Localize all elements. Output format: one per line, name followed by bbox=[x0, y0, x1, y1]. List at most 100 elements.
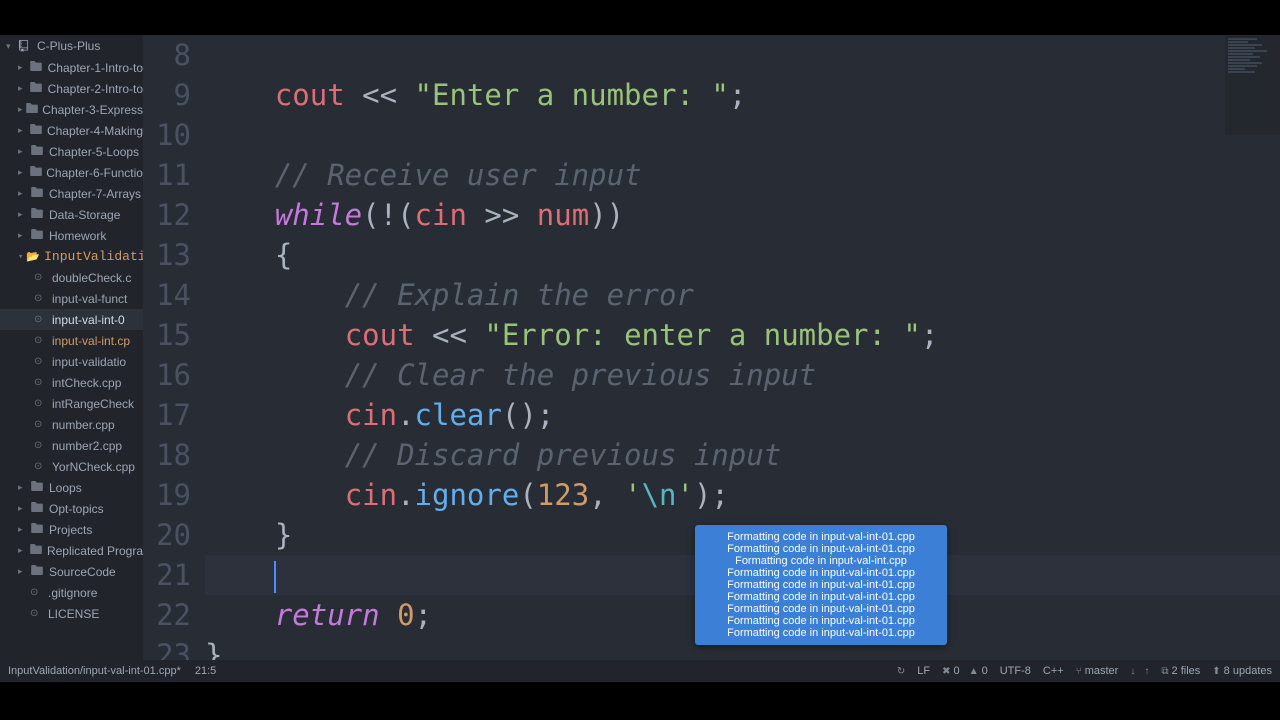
code-line[interactable]: while(!(cin >> num)) bbox=[205, 195, 1280, 235]
line-number: 20 bbox=[143, 515, 191, 555]
notification-line: Formatting code in input-val-int-01.cpp bbox=[703, 543, 939, 555]
code-line[interactable] bbox=[205, 35, 1280, 75]
file-item[interactable]: ⊙input-val-int.cp bbox=[0, 330, 143, 351]
file-icon: ⊙ bbox=[34, 314, 48, 325]
text-cursor bbox=[274, 561, 276, 593]
file-item[interactable]: ⊙ intRangeCheck bbox=[0, 393, 143, 414]
code-line[interactable]: cin.ignore(123, '\n'); bbox=[205, 475, 1280, 515]
notification-line: Formatting code in input-val-int-01.cpp bbox=[703, 591, 939, 603]
folder-item[interactable]: ▸Data-Storage bbox=[0, 204, 143, 225]
file-icon: ⊙ bbox=[34, 272, 48, 283]
file-icon: ⊙ bbox=[34, 335, 48, 346]
status-path[interactable]: InputValidation/input-val-int-01.cpp* bbox=[8, 665, 181, 677]
chevron-right-icon: ▸ bbox=[18, 188, 28, 199]
folder-label: Projects bbox=[49, 523, 92, 537]
status-branch[interactable]: ⑂master bbox=[1076, 665, 1119, 677]
line-number: 8 bbox=[143, 35, 191, 75]
chevron-right-icon: ▸ bbox=[18, 167, 27, 178]
status-line-ending[interactable]: LF bbox=[917, 665, 930, 677]
status-encoding[interactable]: UTF-8 bbox=[1000, 665, 1031, 677]
code-line[interactable]: cout << "Error: enter a number: "; bbox=[205, 315, 1280, 355]
folder-item[interactable]: ▸Homework bbox=[0, 225, 143, 246]
folder-label: SourceCode bbox=[49, 565, 116, 579]
chevron-right-icon: ▸ bbox=[18, 524, 28, 535]
status-refresh-icon[interactable]: ↻ bbox=[897, 666, 905, 677]
folder-icon bbox=[30, 544, 43, 557]
folder-label: Loops bbox=[49, 481, 82, 495]
file-icon: ⊙ bbox=[34, 398, 48, 409]
status-language[interactable]: C++ bbox=[1043, 665, 1064, 677]
folder-item[interactable]: ▸Chapter-2-Intro-to bbox=[0, 78, 143, 99]
folder-label: Chapter-6-Functio bbox=[46, 166, 143, 180]
file-item[interactable]: ⊙number.cpp bbox=[0, 414, 143, 435]
file-item[interactable]: ⊙LICENSE bbox=[0, 603, 143, 624]
file-item[interactable]: ⊙intCheck.cpp bbox=[0, 372, 143, 393]
status-diagnostics[interactable]: ✖0 ▲0 bbox=[942, 665, 988, 677]
notification-toast[interactable]: Formatting code in input-val-int-01.cppF… bbox=[695, 525, 947, 645]
line-number: 13 bbox=[143, 235, 191, 275]
code-line[interactable] bbox=[205, 115, 1280, 155]
line-number: 16 bbox=[143, 355, 191, 395]
folder-icon bbox=[31, 502, 45, 515]
notification-line: Formatting code in input-val-int-01.cpp bbox=[703, 531, 939, 543]
file-label: doubleCheck.c bbox=[52, 271, 131, 285]
status-updates[interactable]: ⬆8 updates bbox=[1212, 665, 1272, 677]
file-item[interactable]: ⊙input-val-funct bbox=[0, 288, 143, 309]
chevron-right-icon: ▸ bbox=[18, 209, 28, 220]
folder-item[interactable]: ▸Loops bbox=[0, 477, 143, 498]
code-line[interactable]: cin.clear(); bbox=[205, 395, 1280, 435]
file-item[interactable]: ⊙YorNCheck.cpp bbox=[0, 456, 143, 477]
code-line[interactable]: cout << "Enter a number: "; bbox=[205, 75, 1280, 115]
folder-item[interactable]: ▸Chapter-5-Loops bbox=[0, 141, 143, 162]
chevron-right-icon: ▸ bbox=[18, 104, 23, 115]
status-fetch-push[interactable]: ↓ ↑ bbox=[1130, 665, 1149, 677]
folder-item[interactable]: ▸SourceCode bbox=[0, 561, 143, 582]
arrow-down-icon: ↓ bbox=[1130, 666, 1135, 677]
file-label: .gitignore bbox=[48, 586, 97, 600]
file-item[interactable]: ⊙input-validatio bbox=[0, 351, 143, 372]
folder-item[interactable]: ▸Chapter-7-Arrays bbox=[0, 183, 143, 204]
code-line[interactable]: // Receive user input bbox=[205, 155, 1280, 195]
file-item[interactable]: ⊙ doubleCheck.c bbox=[0, 267, 143, 288]
folder-item[interactable]: ▸Chapter-1-Intro-to bbox=[0, 57, 143, 78]
folder-icon bbox=[31, 481, 45, 494]
folder-icon bbox=[30, 61, 43, 74]
file-icon: ⊙ bbox=[34, 293, 48, 304]
file-label: intCheck.cpp bbox=[52, 376, 121, 390]
folder-item[interactable]: ▸ Projects bbox=[0, 519, 143, 540]
file-item[interactable]: ⊙ .gitignore bbox=[0, 582, 143, 603]
folder-item[interactable]: ▸ Chapter-6-Functio bbox=[0, 162, 143, 183]
status-cursor[interactable]: 21:5 bbox=[195, 665, 216, 677]
code-line[interactable]: // Explain the error bbox=[205, 275, 1280, 315]
error-icon: ✖ bbox=[942, 666, 950, 677]
chevron-right-icon: ▸ bbox=[18, 230, 28, 241]
file-item[interactable]: ⊙input-val-int-0 bbox=[0, 309, 143, 330]
chevron-down-icon: ▾ bbox=[18, 252, 23, 262]
chevron-right-icon: ▸ bbox=[18, 83, 27, 94]
line-number: 10 bbox=[143, 115, 191, 155]
folder-item[interactable]: ▸ Chapter-3-Express bbox=[0, 99, 143, 120]
project-root[interactable]: ▾ C-Plus-Plus bbox=[0, 35, 143, 57]
code-line[interactable]: { bbox=[205, 235, 1280, 275]
folder-item[interactable]: ▸Replicated Progra bbox=[0, 540, 143, 561]
notification-line: Formatting code in input-val-int-01.cpp bbox=[703, 627, 939, 639]
line-number: 9 bbox=[143, 75, 191, 115]
file-icon: ⊙ bbox=[30, 587, 44, 598]
folder-inputvalidation[interactable]: ▾ 📂 InputValidation bbox=[0, 246, 143, 267]
folder-item[interactable]: ▸Opt-topics bbox=[0, 498, 143, 519]
folder-label: Chapter-3-Express bbox=[42, 103, 143, 117]
status-git-files[interactable]: ⧉2 files bbox=[1161, 665, 1200, 677]
file-item[interactable]: ⊙number2.cpp bbox=[0, 435, 143, 456]
line-number: 17 bbox=[143, 395, 191, 435]
file-label: intRangeCheck bbox=[52, 397, 134, 411]
folder-icon bbox=[30, 124, 43, 137]
notification-line: Formatting code in input-val-int-01.cpp bbox=[703, 603, 939, 615]
folder-label: Chapter-1-Intro-to bbox=[48, 61, 143, 75]
line-number: 11 bbox=[143, 155, 191, 195]
code-line[interactable]: // Clear the previous input bbox=[205, 355, 1280, 395]
code-line[interactable]: // Discard previous input bbox=[205, 435, 1280, 475]
folder-item[interactable]: ▸Chapter-4-Making bbox=[0, 120, 143, 141]
folder-icon bbox=[31, 229, 45, 242]
minimap[interactable] bbox=[1225, 35, 1280, 135]
file-tree-sidebar[interactable]: ▾ C-Plus-Plus ▸Chapter-1-Intro-to▸Chapte… bbox=[0, 35, 143, 682]
